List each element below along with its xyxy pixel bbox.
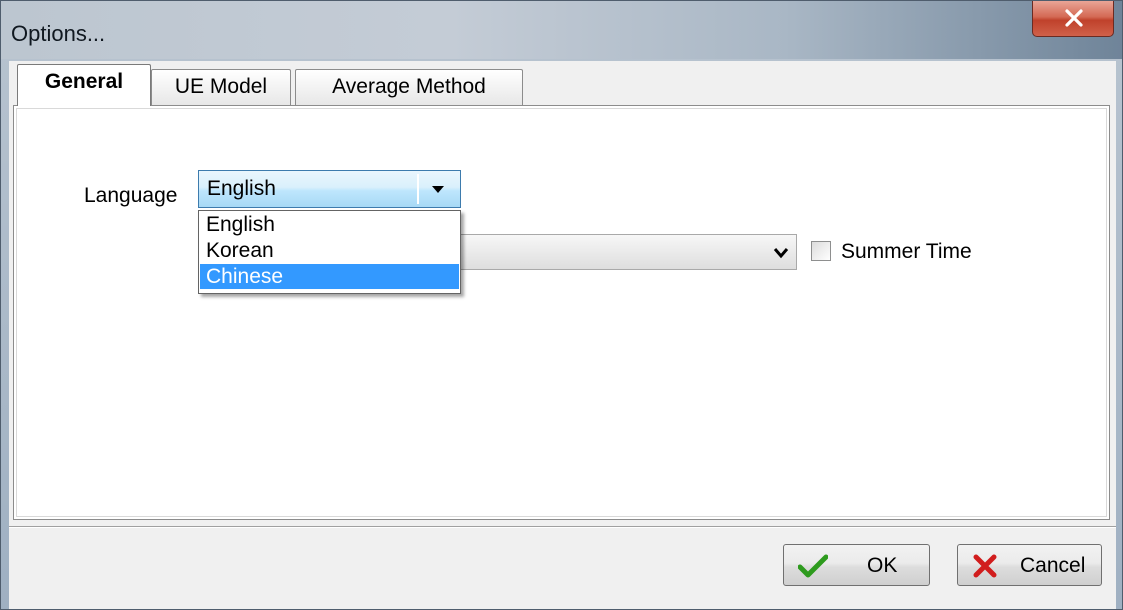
dialog-client-area: General UE Model Average Method Language…	[9, 61, 1116, 609]
footer-divider-highlight	[9, 527, 1116, 528]
check-icon	[798, 554, 828, 578]
tab-general[interactable]: General	[17, 64, 151, 106]
combo-divider	[417, 174, 419, 204]
tab-average-method[interactable]: Average Method	[295, 69, 523, 105]
language-option-chinese[interactable]: Chinese	[200, 264, 459, 289]
chevron-down-icon[interactable]	[431, 185, 445, 194]
ok-button-label: OK	[867, 554, 898, 577]
language-dropdown-list: English Korean Chinese	[198, 210, 461, 294]
summer-time-label[interactable]: Summer Time	[841, 240, 972, 264]
language-option-korean[interactable]: Korean	[200, 238, 459, 263]
general-tab-panel: Language English Summer Time English Kor…	[13, 105, 1110, 520]
title-bar[interactable]: Options...	[1, 1, 1122, 59]
summer-time-checkbox[interactable]	[811, 241, 831, 261]
ok-button[interactable]: OK	[783, 544, 930, 586]
tab-general-label: General	[44, 70, 124, 93]
cancel-button[interactable]: Cancel	[957, 544, 1102, 586]
close-button[interactable]	[1032, 1, 1114, 37]
language-option-english[interactable]: English	[200, 212, 459, 237]
language-label: Language	[84, 184, 178, 207]
tab-ue-model[interactable]: UE Model	[151, 69, 291, 105]
tab-average-method-label: Average Method	[332, 75, 486, 98]
close-icon	[1065, 9, 1083, 27]
options-dialog: Options... General UE Model Average Meth…	[0, 0, 1123, 610]
x-icon	[973, 554, 997, 578]
language-select[interactable]: English	[198, 170, 461, 208]
language-select-value: English	[207, 177, 276, 200]
cancel-button-label: Cancel	[1020, 554, 1086, 577]
panel-border	[16, 108, 1107, 517]
tab-ue-model-label: UE Model	[174, 75, 268, 98]
timezone-select[interactable]	[450, 234, 797, 270]
window-title: Options...	[11, 21, 106, 46]
chevron-down-icon[interactable]	[773, 247, 789, 259]
